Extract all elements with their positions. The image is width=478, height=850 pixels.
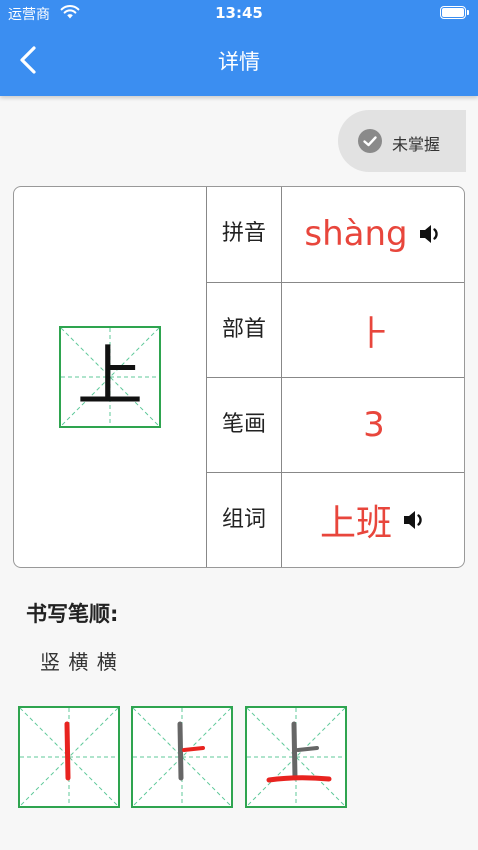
stroke-order-title: 书写笔顺: [26,602,119,626]
back-button[interactable] [14,42,44,78]
radical-label: 部首 [221,317,266,342]
character-display-area: 上 [14,187,206,567]
character-info-card: 上 拼音 shàng 部首 ⺊ 笔画 3 组词 上班 [13,186,465,568]
stroke-step-2 [131,706,233,808]
stroke-step-drawing [247,708,345,806]
stroke-step-drawing [133,708,231,806]
mastery-label: 未掌握 [392,135,441,154]
status-time: 13:45 [215,4,263,22]
mastery-toggle-button[interactable]: 未掌握 [338,110,466,172]
stroke-step-1 [18,706,120,808]
stroke-order-sequence: 竖 横 横 [40,650,118,674]
stroke-step-3 [245,706,347,808]
speaker-icon [419,225,438,243]
pinyin-speaker-button[interactable] [418,222,444,246]
radical-row: ⺊ [282,283,464,377]
stroke-step-drawing [20,708,118,806]
character-grid: 上 [59,326,161,428]
word-speaker-button[interactable] [402,508,428,532]
app-header: 运营商 13:45 详情 [0,0,478,96]
strokes-label: 笔画 [221,412,266,437]
check-circle-icon [358,129,382,153]
strokes-row: 3 [282,378,464,472]
radical-value: ⺊ [357,313,391,354]
word-label: 组词 [221,507,266,532]
speaker-icon [404,511,422,529]
battery-icon [440,6,469,19]
strokes-value: 3 [363,405,385,445]
status-bar: 运营商 13:45 [0,0,478,26]
pinyin-label: 拼音 [221,221,266,246]
chevron-left-icon [20,46,36,74]
page-title: 详情 [218,50,260,74]
word-row: 上班 [282,473,464,567]
pinyin-value: shàng [304,214,408,254]
main-character: 上 [77,338,143,415]
word-value: 上班 [319,503,392,544]
pinyin-row: shàng [282,187,464,281]
